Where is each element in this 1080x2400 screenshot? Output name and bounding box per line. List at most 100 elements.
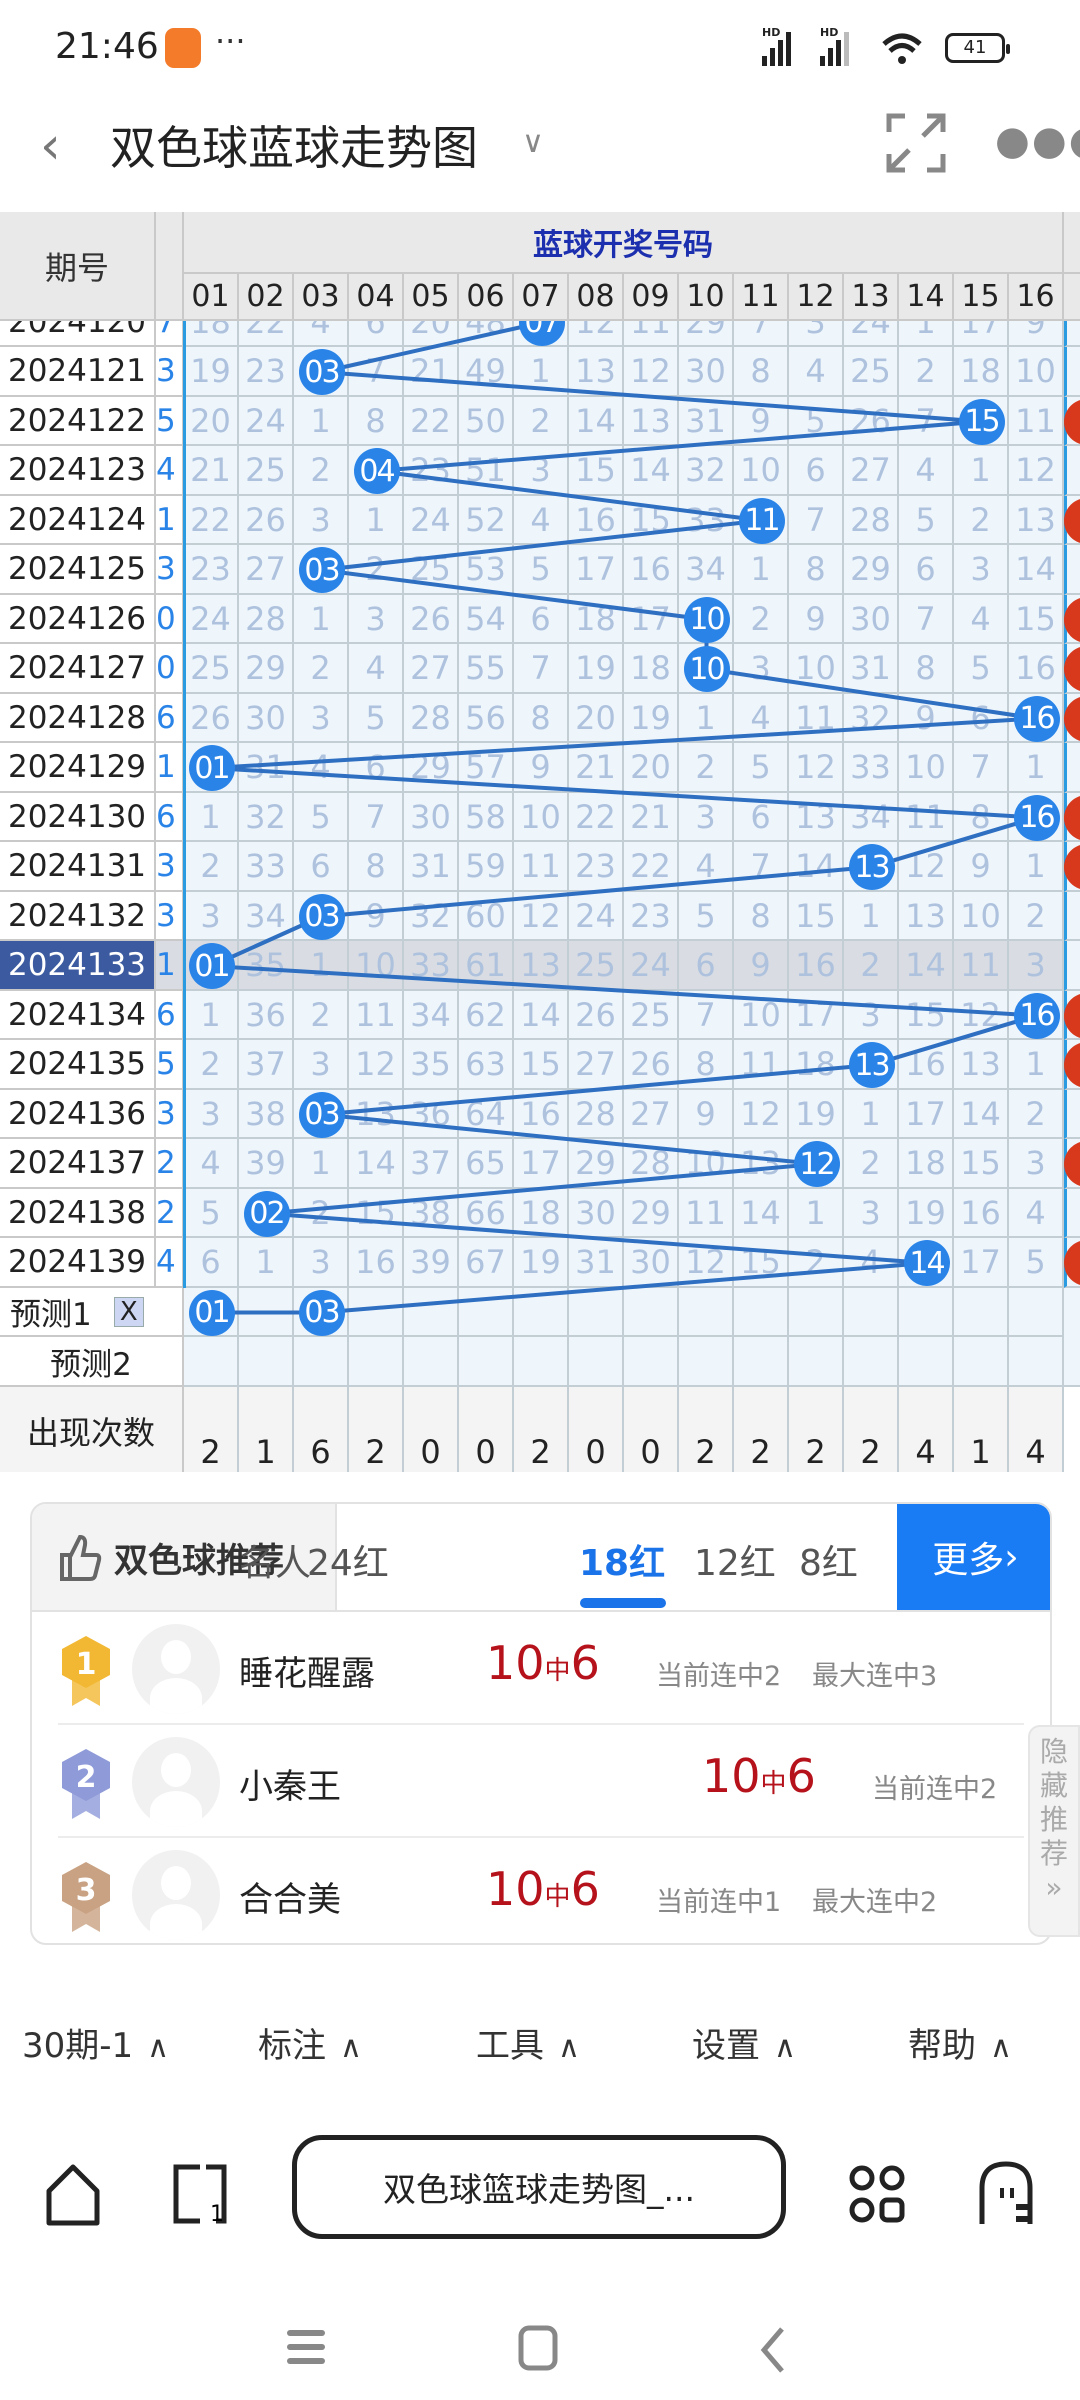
column-header: 03 — [294, 274, 349, 321]
recommend-item[interactable]: 2 小秦王 10中6 当前连中2 — [32, 1725, 1050, 1838]
blue-ball: 04 — [353, 448, 400, 494]
recommend-item[interactable]: 1 睡花醒露 10中6 当前连中2 最大连中3 — [32, 1612, 1050, 1725]
blue-ball: 14 — [903, 1240, 950, 1286]
menu-4[interactable]: 帮助 ∧ — [908, 2018, 1012, 2067]
blue-ball: 03 — [298, 1091, 345, 1138]
tab-24-red[interactable]: 24红 — [307, 1534, 389, 1586]
blue-ball: 01 — [188, 943, 235, 989]
trend-line-segment — [321, 568, 707, 622]
recommend-header: 双色球推荐 名人 24红 18红 12红 8红 更多 › — [32, 1504, 1050, 1612]
clock: 21:46 — [55, 26, 159, 67]
chevron-right-icon: › — [1004, 1536, 1019, 1578]
more-button[interactable]: 更多 › — [897, 1504, 1050, 1610]
user-name[interactable]: 小秦王 — [239, 1759, 341, 1808]
rank-medal-icon: 3 — [58, 1860, 114, 1934]
column-header: 09 — [624, 274, 679, 321]
battery-icon: 41 — [945, 33, 1010, 63]
trend-line-segment — [211, 766, 1037, 820]
hits-count: 6 — [570, 1862, 600, 1916]
user-name[interactable]: 睡花醒露 — [239, 1646, 375, 1695]
column-header: 10 — [679, 274, 734, 321]
menu-label: 标注 — [258, 2026, 326, 2066]
back-nav-icon[interactable] — [758, 2325, 788, 2375]
back-icon[interactable]: ‹ — [40, 120, 61, 172]
blue-ball: 03 — [298, 547, 345, 593]
avatar — [132, 1737, 220, 1827]
group-header: 蓝球开奖号码 — [184, 212, 1064, 274]
trend-table: 期号 蓝球开奖号码 01 02 03 04 05 06 07 08 09 10 11 12 13 14 15… — [0, 212, 1080, 1472]
hits-total: 10 — [486, 1862, 545, 1916]
svg-text:1: 1 — [210, 2202, 224, 2227]
hd-signal-icon: HD — [762, 26, 791, 66]
tabs-icon[interactable]: 1 — [170, 2163, 228, 2227]
column-header: 13 — [844, 274, 899, 321]
column-header: 14 — [899, 274, 954, 321]
current-streak: 当前连中1 — [656, 1887, 782, 1918]
hits-mid: 中 — [544, 1882, 571, 1912]
hit-score: 10中6 — [486, 1636, 600, 1690]
tab-12-red[interactable]: 12红 — [694, 1534, 776, 1586]
svg-text:1: 1 — [76, 1647, 97, 1682]
rank-medal-icon: 2 — [58, 1747, 114, 1821]
predict-ball[interactable]: 03 — [298, 1289, 345, 1336]
blue-ball: 13 — [848, 1042, 895, 1088]
hide-recommend-tab[interactable]: 隐藏推荐» — [1028, 1725, 1080, 1937]
trend-line-segment — [376, 469, 762, 523]
trend-line-segment — [211, 964, 1037, 1018]
tab-18-red[interactable]: 18红 — [579, 1534, 665, 1586]
assistant-icon[interactable] — [978, 2160, 1034, 2228]
menu-1[interactable]: 标注 ∧ — [258, 2018, 362, 2067]
chevron-up-icon: ∧ — [147, 2030, 170, 2065]
column-header: 02 — [239, 274, 294, 321]
column-header: 05 — [404, 274, 459, 321]
recommend-card: 双色球推荐 名人 24红 18红 12红 8红 更多 › 1 睡花醒露 10中6 当前连… — [30, 1502, 1052, 1945]
tab-8-red[interactable]: 8红 — [799, 1534, 858, 1586]
apps-grid-icon[interactable] — [848, 2163, 908, 2227]
home-icon[interactable] — [45, 2163, 101, 2227]
column-header: 07 — [514, 274, 569, 321]
next-column-header — [1064, 274, 1080, 321]
recommend-item[interactable]: 3 合合美 10中6 当前连中1 最大连中2 — [32, 1838, 1050, 1943]
page-title: 双色球蓝球走势图 — [110, 121, 478, 175]
menu-label: 帮助 — [908, 2026, 976, 2066]
fullscreen-icon[interactable] — [885, 112, 947, 174]
address-bar[interactable]: 双色球篮球走势图_... — [292, 2135, 786, 2239]
predict-ball[interactable]: 01 — [188, 1289, 235, 1336]
more-icon[interactable]: ●●● — [995, 118, 1080, 164]
blue-ball: 03 — [298, 349, 345, 395]
hide-recommend-label: 隐藏推荐 — [1040, 1735, 1069, 1870]
trend-line-segment — [870, 1013, 1038, 1067]
column-header: 06 — [459, 274, 514, 321]
column-header: 15 — [954, 274, 1009, 321]
blue-ball: 10 — [683, 596, 730, 643]
user-name[interactable]: 合合美 — [239, 1872, 341, 1921]
trend-line-segment — [321, 370, 982, 424]
blue-ball: 03 — [298, 893, 345, 940]
chevron-up-icon: ∧ — [774, 2030, 796, 2065]
trend-line-segment — [321, 1261, 927, 1315]
svg-text:3: 3 — [76, 1873, 97, 1908]
hits-total: 10 — [702, 1749, 761, 1803]
period-header: 期号 — [0, 212, 156, 321]
chevron-down-icon[interactable]: ∨ — [522, 125, 544, 160]
hit-score: 10中6 — [486, 1862, 600, 1916]
hits-count: 6 — [786, 1749, 816, 1803]
avatar — [132, 1850, 220, 1940]
blue-ball: 16 — [1013, 794, 1060, 841]
trend-line-segment — [321, 1112, 817, 1166]
menu-3[interactable]: 设置 ∧ — [692, 2018, 796, 2067]
more-notifications-icon: ··· — [215, 22, 246, 60]
home-nav-icon[interactable] — [518, 2325, 558, 2371]
recent-apps-icon[interactable] — [287, 2330, 327, 2366]
menu-0[interactable]: 30期-1 ∧ — [22, 2018, 169, 2067]
tab-celebrity[interactable]: 名人 — [239, 1534, 311, 1586]
column-header: 01 — [184, 274, 239, 321]
blue-ball: 15 — [958, 398, 1005, 445]
active-tab-indicator — [580, 1598, 666, 1608]
blue-ball: 16 — [1013, 695, 1060, 742]
menu-2[interactable]: 工具 ∧ — [476, 2018, 580, 2067]
thumbs-up-icon — [60, 1534, 102, 1581]
trend-line-segment — [266, 1211, 927, 1265]
double-chevron-down-icon: » — [1045, 1871, 1063, 1904]
chevron-up-icon: ∧ — [990, 2030, 1012, 2065]
